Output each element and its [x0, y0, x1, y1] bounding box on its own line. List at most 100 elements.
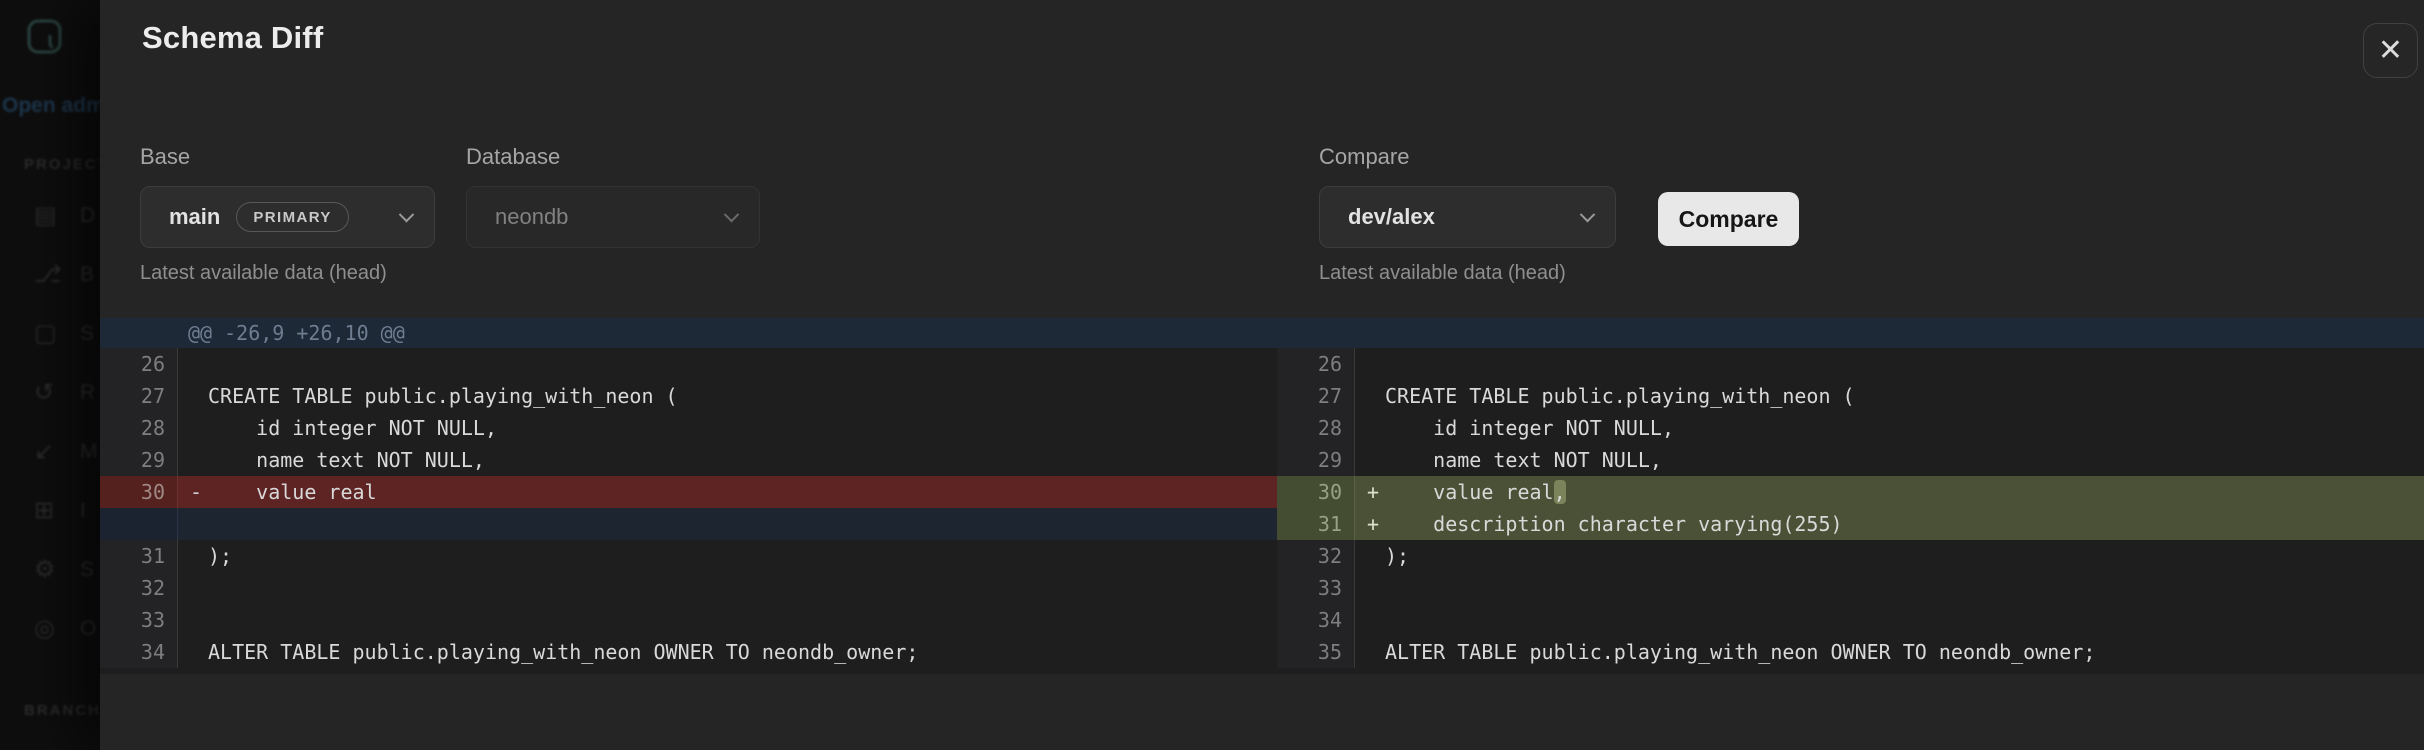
chevron-down-icon	[398, 206, 415, 222]
schema-diff-modal: Schema Diff ✕ Base Database Compare main…	[100, 0, 2424, 750]
code-line: id integer NOT NULL,	[208, 416, 497, 440]
diff-row: 32);	[1277, 540, 2424, 572]
modal-overlay	[0, 0, 100, 750]
diff-marker	[1355, 444, 1385, 476]
base-branch-select[interactable]: main PRIMARY	[140, 186, 435, 248]
diff-row: 31 + description character varying(255)	[1277, 508, 2424, 540]
compare-head-hint: Latest available data (head)	[1319, 262, 1566, 284]
line-number: 35	[1277, 636, 1355, 668]
diff-marker	[1355, 572, 1385, 604]
line-number: 34	[100, 636, 178, 668]
diff-row: 34	[1277, 604, 2424, 636]
diff-marker	[1355, 636, 1385, 668]
diff-marker	[178, 540, 208, 572]
diff-row: 28 id integer NOT NULL,	[100, 412, 1277, 444]
code-line: name text NOT NULL,	[1385, 448, 1662, 472]
chevron-down-icon	[723, 206, 740, 222]
code-line: );	[208, 544, 233, 568]
code-line: id integer NOT NULL,	[1385, 416, 1674, 440]
close-button[interactable]: ✕	[2363, 23, 2418, 78]
compare-button[interactable]: Compare	[1658, 192, 1799, 246]
line-number: 32	[1277, 540, 1355, 572]
diff-row	[100, 508, 1277, 540]
line-number: 27	[1277, 380, 1355, 412]
diff-marker	[178, 508, 208, 540]
line-number: 28	[100, 412, 178, 444]
diff-marker	[178, 572, 208, 604]
diff-row: 27 CREATE TABLE public.playing_with_neon …	[1277, 380, 2424, 412]
line-number: 28	[1277, 412, 1355, 444]
diff-row: 29 name text NOT NULL,	[100, 444, 1277, 476]
app-sidebar: Open adm PROJECT ▤D⎇B▢S↺R↙M⊞I⚙S◎O BRANCH	[0, 0, 100, 750]
compare-label: Compare	[1319, 144, 1410, 169]
diff-marker	[1355, 412, 1385, 444]
line-number: 30	[1277, 476, 1355, 508]
diff-right-pane[interactable]: 26 27 CREATE TABLE public.playing_with_neo…	[1277, 348, 2424, 674]
line-number: 34	[1277, 604, 1355, 636]
code-line: CREATE TABLE public.playing_with_neon (	[1385, 384, 1855, 408]
diff-marker	[1355, 604, 1385, 636]
line-number: 31	[100, 540, 178, 572]
diff-row: 30 + value real,	[1277, 476, 2424, 508]
line-number: 30	[100, 476, 178, 508]
primary-badge: PRIMARY	[236, 202, 349, 232]
diff-left-pane[interactable]: 26 27 CREATE TABLE public.playing_with_neo…	[100, 348, 1277, 674]
diff-marker: +	[1367, 512, 1380, 536]
base-branch-value: main	[169, 204, 221, 229]
diff-row: 26	[1277, 348, 2424, 380]
diff-marker	[178, 604, 208, 636]
base-label: Base	[140, 144, 191, 169]
database-select[interactable]: neondb	[466, 186, 760, 248]
code-line: CREATE TABLE public.playing_with_neon (	[208, 384, 678, 408]
diff-row: 35 ALTER TABLE public.playing_with_neon O…	[1277, 636, 2424, 668]
compare-branch-select[interactable]: dev/alex	[1319, 186, 1616, 248]
code-line: value real	[208, 480, 377, 504]
database-label: Database	[466, 144, 561, 169]
schema-diff-viewer: @@ -26,9 +26,10 @@ 26 27 CREATE TABLE publ…	[100, 318, 2424, 674]
code-line: );	[1385, 544, 1410, 568]
diff-row: 32	[100, 572, 1277, 604]
line-number: 33	[100, 604, 178, 636]
compare-branch-value: dev/alex	[1348, 204, 1435, 229]
diff-marker	[1355, 348, 1385, 380]
diff-row: 26	[100, 348, 1277, 380]
line-number: 33	[1277, 572, 1355, 604]
code-line: ALTER TABLE public.playing_with_neon OWN…	[208, 640, 919, 664]
line-number: 26	[1277, 348, 1355, 380]
line-number: 26	[100, 348, 178, 380]
diff-marker: -	[190, 480, 203, 504]
line-number: 31	[1277, 508, 1355, 540]
diff-marker	[178, 444, 208, 476]
diff-marker	[178, 636, 208, 668]
code-line: value real,	[1385, 480, 1566, 504]
code-line: name text NOT NULL,	[208, 448, 485, 472]
diff-marker	[1355, 380, 1385, 412]
line-number: 29	[100, 444, 178, 476]
base-head-hint: Latest available data (head)	[140, 262, 387, 284]
diff-row: 33	[100, 604, 1277, 636]
diff-row: 29 name text NOT NULL,	[1277, 444, 2424, 476]
word-diff-highlight: ,	[1553, 480, 1566, 504]
line-number	[100, 508, 178, 540]
diff-row: 34 ALTER TABLE public.playing_with_neon O…	[100, 636, 1277, 668]
code-line: ALTER TABLE public.playing_with_neon OWN…	[1385, 640, 2096, 664]
close-icon: ✕	[2377, 34, 2404, 67]
code-line: description character varying(255)	[1385, 512, 1843, 536]
diff-row: 27 CREATE TABLE public.playing_with_neon …	[100, 380, 1277, 412]
diff-row: 33	[1277, 572, 2424, 604]
line-number: 27	[100, 380, 178, 412]
diff-marker	[178, 412, 208, 444]
diff-marker: +	[1367, 480, 1380, 504]
modal-title: Schema Diff	[142, 20, 324, 55]
diff-marker	[178, 348, 208, 380]
line-number: 32	[100, 572, 178, 604]
diff-row: 30- value real	[100, 476, 1277, 508]
diff-marker	[1355, 540, 1385, 572]
hunk-header: @@ -26,9 +26,10 @@	[100, 318, 2424, 348]
